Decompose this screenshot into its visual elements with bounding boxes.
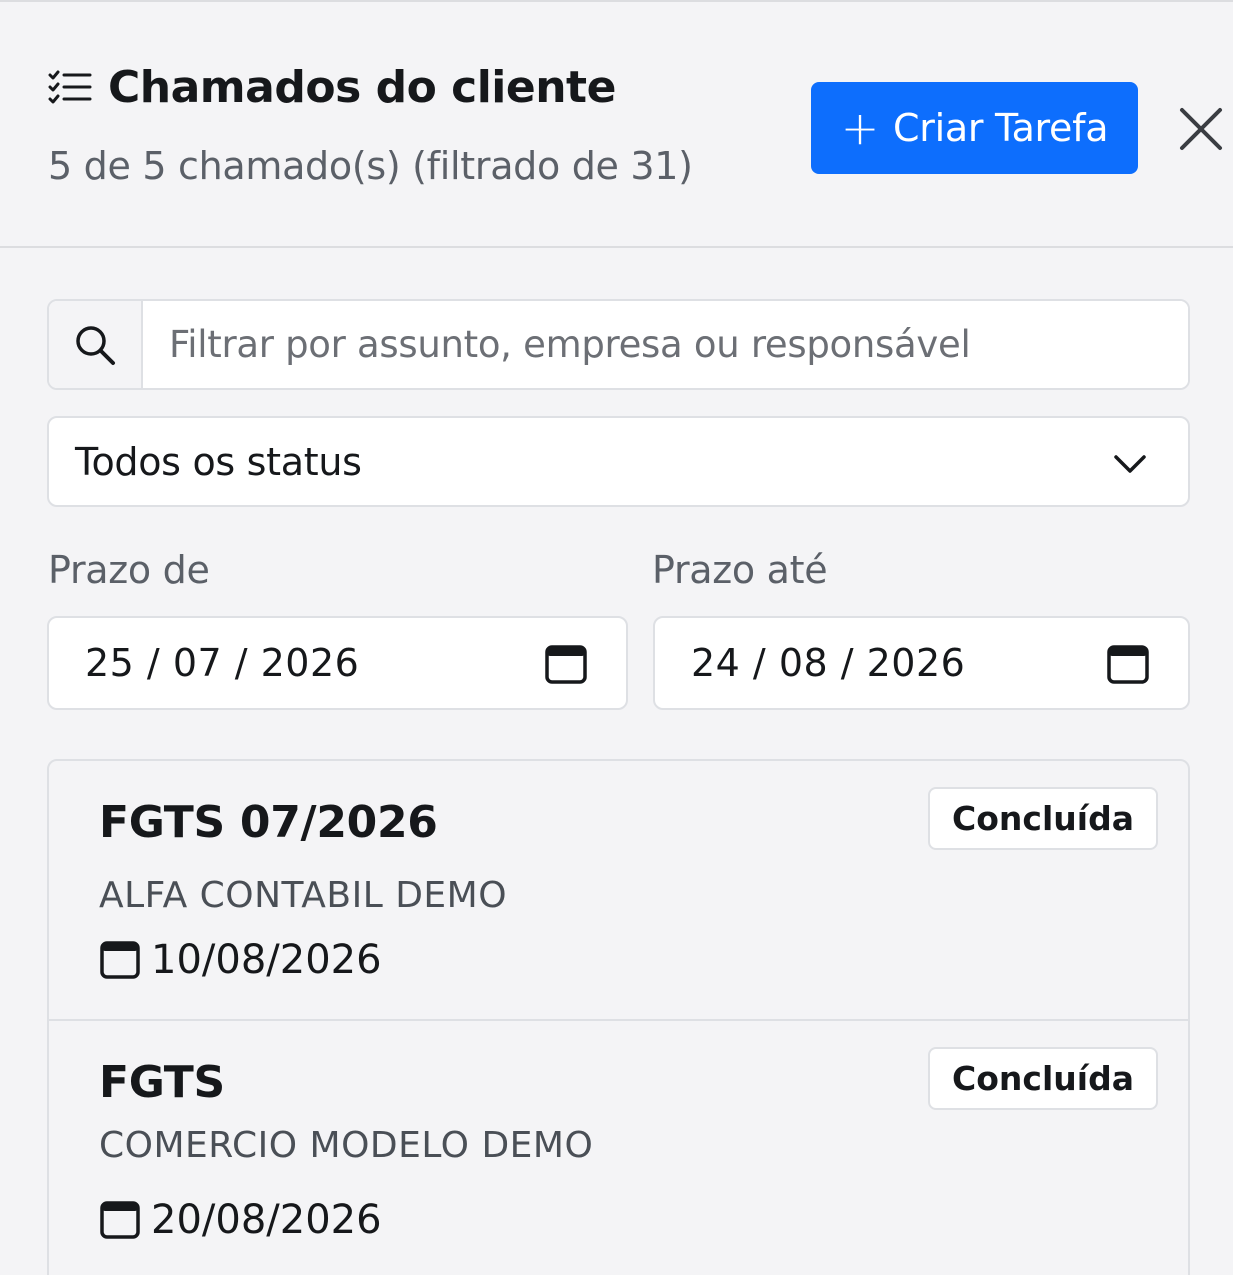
ticket-due-date: 10/08/2026: [99, 937, 382, 983]
date-to-input[interactable]: 24 / 08 / 2026: [653, 616, 1190, 710]
date-from-value: 25 / 07 / 2026: [85, 641, 360, 685]
ticket-title: FGTS 07/2026: [99, 797, 438, 848]
status-badge: Concluída: [928, 787, 1158, 850]
panel-header: Chamados do cliente 5 de 5 chamado(s) (f…: [0, 2, 1233, 248]
ticket-company: ALFA CONTABIL DEMO: [99, 875, 508, 916]
date-from-label: Prazo de: [48, 548, 210, 592]
result-count: 5 de 5 chamado(s) (filtrado de 31): [48, 144, 693, 188]
status-select[interactable]: Todos os status: [47, 416, 1190, 507]
create-task-button[interactable]: + Criar Tarefa: [811, 82, 1138, 174]
calendar-icon[interactable]: [1106, 642, 1150, 686]
title-row: Chamados do cliente: [48, 62, 616, 113]
ticket-due-date-value: 10/08/2026: [151, 937, 382, 983]
date-from-input[interactable]: 25 / 07 / 2026: [47, 616, 628, 710]
ticket-title: FGTS: [99, 1057, 225, 1108]
panel-title: Chamados do cliente: [108, 62, 616, 113]
list-item[interactable]: FGTS 07/2026 Concluída ALFA CONTABIL DEM…: [49, 761, 1188, 1021]
list-item[interactable]: FGTS Concluída COMERCIO MODELO DEMO 20/0…: [49, 1021, 1188, 1275]
status-badge: Concluída: [928, 1047, 1158, 1110]
chevron-down-icon: [1114, 455, 1146, 473]
ticket-due-date: 20/08/2026: [99, 1197, 382, 1243]
close-icon[interactable]: [1178, 106, 1224, 152]
ticket-list: FGTS 07/2026 Concluída ALFA CONTABIL DEM…: [47, 759, 1190, 1275]
search-input[interactable]: [143, 301, 1188, 388]
calendar-icon[interactable]: [544, 642, 588, 686]
create-task-label: Criar Tarefa: [893, 106, 1109, 150]
plus-icon: +: [840, 101, 880, 155]
list-check-icon: [48, 70, 92, 103]
calendar-icon: [100, 1201, 140, 1239]
date-to-label: Prazo até: [652, 548, 828, 592]
search-group: [47, 299, 1190, 390]
search-icon: [76, 325, 115, 365]
search-addon: [49, 301, 143, 388]
date-to-value: 24 / 08 / 2026: [691, 641, 966, 685]
tickets-panel: Chamados do cliente 5 de 5 chamado(s) (f…: [0, 0, 1233, 1275]
ticket-company: COMERCIO MODELO DEMO: [99, 1125, 594, 1166]
calendar-icon: [100, 941, 140, 979]
ticket-due-date-value: 20/08/2026: [151, 1197, 382, 1243]
status-select-value: Todos os status: [75, 439, 362, 484]
